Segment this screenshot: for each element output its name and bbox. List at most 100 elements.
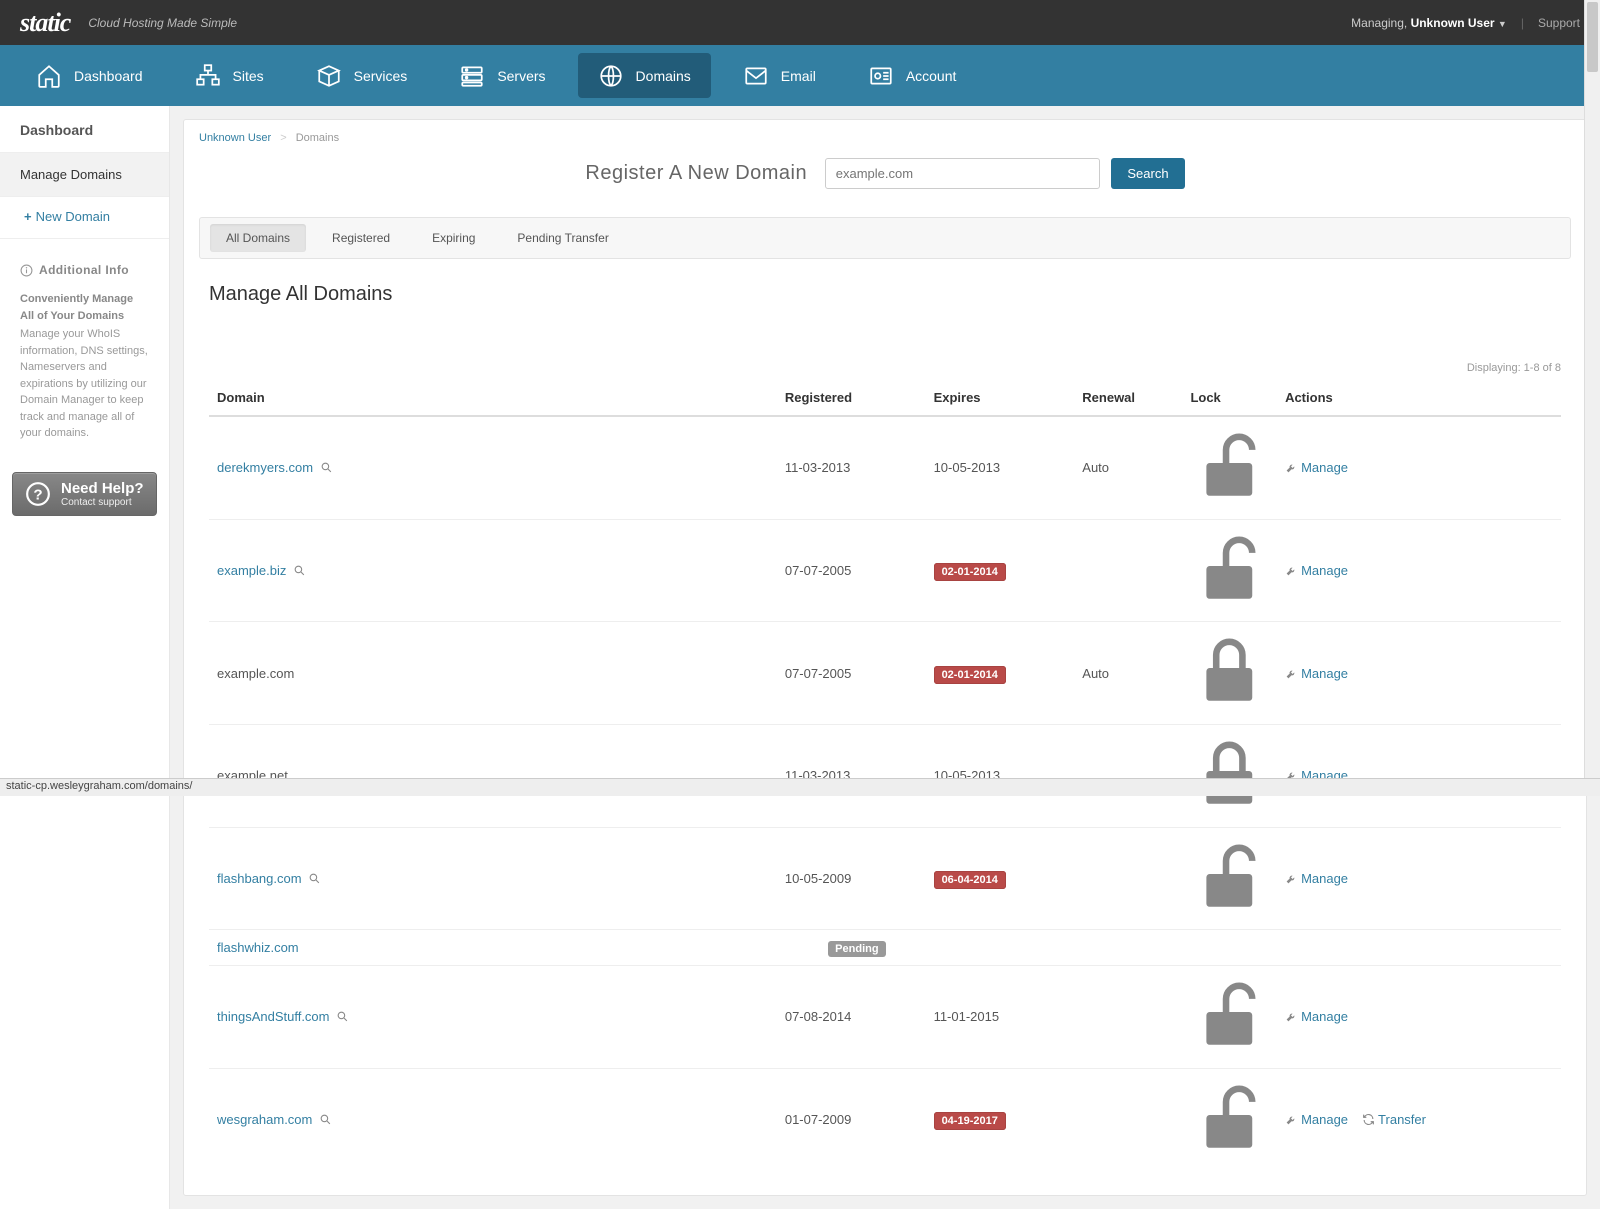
cell-actions: Manage xyxy=(1277,724,1561,827)
magnify-icon[interactable] xyxy=(308,872,321,885)
magnify-icon[interactable] xyxy=(293,564,306,577)
domain-link[interactable]: flashwhiz.com xyxy=(217,940,299,955)
domain-link[interactable]: thingsAndStuff.com xyxy=(217,1009,330,1024)
wrench-icon xyxy=(1285,1010,1298,1023)
nav-label: Dashboard xyxy=(74,68,143,84)
cell-lock xyxy=(1182,724,1277,827)
breadcrumb-user[interactable]: Unknown User xyxy=(199,132,271,144)
cell-expires: 06-04-2014 xyxy=(926,827,1075,930)
nav-dashboard[interactable]: Dashboard xyxy=(16,53,163,98)
sidebar-item-new-domain[interactable]: + New Domain xyxy=(0,197,169,239)
sidebar: Dashboard Manage Domains + New Domain Add… xyxy=(0,106,170,1209)
domain-search-input[interactable] xyxy=(825,158,1100,189)
col-registered: Registered xyxy=(777,380,926,416)
sidebar-title: Dashboard xyxy=(0,106,169,152)
cell-renewal xyxy=(1074,827,1182,930)
register-row: Register A New Domain Search xyxy=(199,158,1571,189)
nav-label: Sites xyxy=(233,68,264,84)
cell-domain: example.com xyxy=(209,622,777,725)
cell-renewal xyxy=(1074,519,1182,622)
user-name: Unknown User xyxy=(1411,16,1495,30)
manage-link[interactable]: Manage xyxy=(1285,871,1348,886)
account-icon xyxy=(868,63,894,89)
question-icon: ? xyxy=(25,481,51,507)
cell-expires: 04-19-2017 xyxy=(926,1068,1075,1170)
nav-services[interactable]: Services xyxy=(296,53,428,98)
cell-registered: 11-03-2013 xyxy=(777,724,926,827)
table-row: example.net11-03-201310-05-2013 Manage xyxy=(209,724,1561,827)
table-row: flashwhiz.com Pending xyxy=(209,930,1561,966)
divider: | xyxy=(1521,16,1524,30)
browser-status-bar: static-cp.wesleygraham.com/domains/ xyxy=(0,778,1600,796)
tab-pending-transfer[interactable]: Pending Transfer xyxy=(501,224,624,252)
scrollbar[interactable] xyxy=(1584,0,1600,778)
sidebar-info-bold: Conveniently Manage All of Your Domains xyxy=(20,291,149,324)
cell-actions: Manage xyxy=(1277,966,1561,1069)
user-menu[interactable]: Managing, Unknown User ▼ xyxy=(1351,16,1507,30)
nav-servers[interactable]: Servers xyxy=(439,53,565,98)
transfer-link[interactable]: Transfer xyxy=(1362,1112,1426,1127)
manage-link[interactable]: Manage xyxy=(1285,1009,1348,1024)
domain-link[interactable]: example.biz xyxy=(217,563,286,578)
cell-registered: 11-03-2013 xyxy=(777,416,926,519)
lock-open-icon xyxy=(1190,596,1269,611)
breadcrumb-page: Domains xyxy=(296,132,339,144)
domain-link[interactable]: flashbang.com xyxy=(217,871,302,886)
plus-icon: + xyxy=(24,209,32,224)
info-title-text: Additional Info xyxy=(39,263,129,277)
cell-registered: Pending xyxy=(777,930,926,966)
cell-actions: Manage xyxy=(1277,622,1561,725)
cell-actions: Manage xyxy=(1277,416,1561,519)
lock-closed-icon xyxy=(1190,802,1269,817)
main-content: Unknown User > Domains Register A New Do… xyxy=(170,106,1600,1209)
magnify-icon[interactable] xyxy=(336,1010,349,1023)
nav-label: Email xyxy=(781,68,816,84)
cell-expires: 10-05-2013 xyxy=(926,724,1075,827)
cell-lock xyxy=(1182,1068,1277,1170)
nav-domains[interactable]: Domains xyxy=(578,53,711,98)
manage-link[interactable]: Manage xyxy=(1285,666,1348,681)
cell-domain: example.net xyxy=(209,724,777,827)
lock-closed-icon xyxy=(1190,699,1269,714)
email-icon xyxy=(743,63,769,89)
cell-registered: 07-07-2005 xyxy=(777,519,926,622)
manage-link[interactable]: Manage xyxy=(1285,460,1348,475)
nav-sites[interactable]: Sites xyxy=(175,53,284,98)
tab-all-domains[interactable]: All Domains xyxy=(210,224,306,252)
tab-expiring[interactable]: Expiring xyxy=(416,224,491,252)
support-link[interactable]: Support xyxy=(1538,16,1580,30)
lock-open-icon xyxy=(1190,1145,1269,1160)
nav-account[interactable]: Account xyxy=(848,53,977,98)
cell-registered: 10-05-2009 xyxy=(777,827,926,930)
magnify-icon[interactable] xyxy=(319,1113,332,1126)
sidebar-item-manage-domains[interactable]: Manage Domains xyxy=(0,152,169,197)
manage-link[interactable]: Manage xyxy=(1285,1112,1348,1127)
cell-domain: wesgraham.com xyxy=(209,1068,777,1170)
register-title: Register A New Domain xyxy=(585,162,807,185)
domain-search-button[interactable]: Search xyxy=(1111,158,1184,189)
cell-renewal: Auto xyxy=(1074,416,1182,519)
domain-link[interactable]: wesgraham.com xyxy=(217,1112,312,1127)
cell-renewal xyxy=(1074,1068,1182,1170)
topbar: static Cloud Hosting Made Simple Managin… xyxy=(0,0,1600,45)
sidebar-info-title: Additional Info xyxy=(20,263,149,277)
cell-domain: thingsAndStuff.com xyxy=(209,966,777,1069)
nav-email[interactable]: Email xyxy=(723,53,836,98)
sidebar-info-text: Manage your WhoIS information, DNS setti… xyxy=(20,326,149,442)
cell-registered: 07-08-2014 xyxy=(777,966,926,1069)
new-domain-label: New Domain xyxy=(36,209,110,224)
cell-expires: 02-01-2014 xyxy=(926,519,1075,622)
manage-link[interactable]: Manage xyxy=(1285,563,1348,578)
sites-icon xyxy=(195,63,221,89)
cell-renewal xyxy=(1074,930,1182,966)
col-domain: Domain xyxy=(209,380,777,416)
domain-link[interactable]: derekmyers.com xyxy=(217,460,313,475)
cell-renewal xyxy=(1074,724,1182,827)
cell-lock xyxy=(1182,930,1277,966)
magnify-icon[interactable] xyxy=(320,461,333,474)
tab-registered[interactable]: Registered xyxy=(316,224,406,252)
need-help-button[interactable]: ? Need Help? Contact support xyxy=(12,472,157,516)
pending-badge: Pending xyxy=(828,941,885,957)
cell-registered: 07-07-2005 xyxy=(777,622,926,725)
cell-domain: flashwhiz.com xyxy=(209,930,777,966)
